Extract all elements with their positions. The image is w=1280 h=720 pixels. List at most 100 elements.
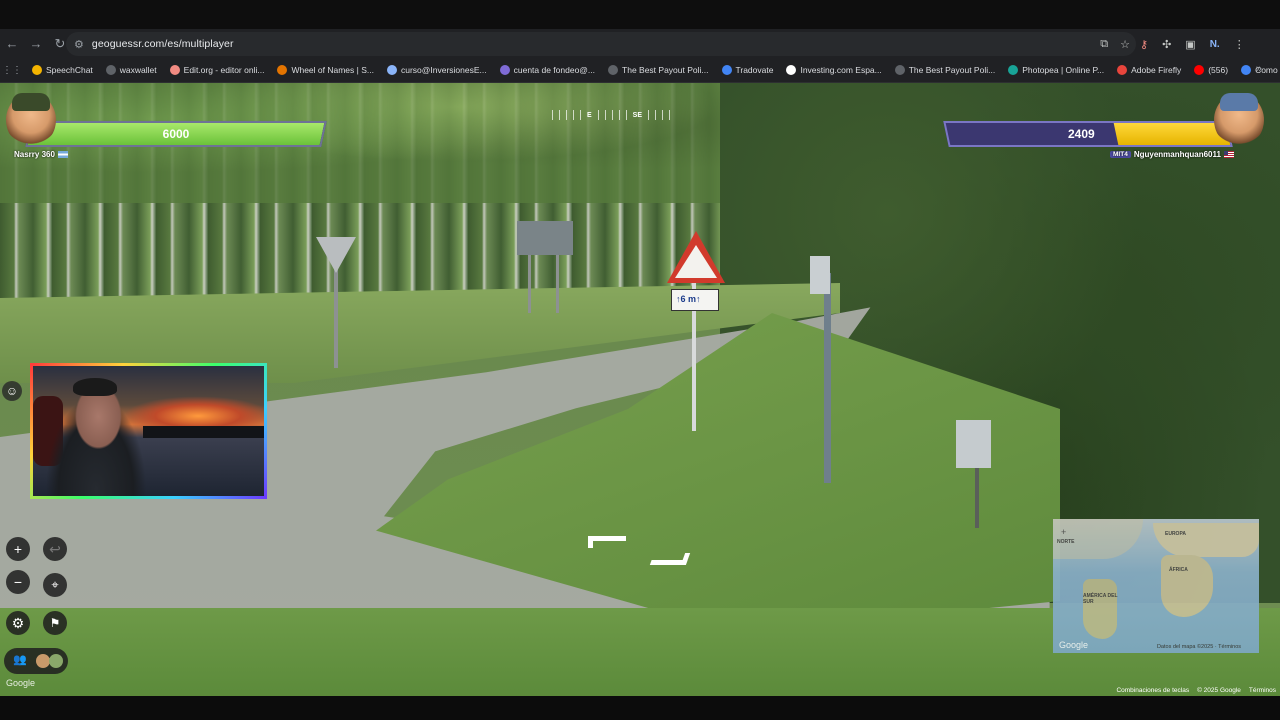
- post-pole: [824, 273, 831, 483]
- bookmark-item[interactable]: Investing.com Espa...: [786, 65, 882, 75]
- terms-link[interactable]: Términos: [1249, 687, 1276, 694]
- mailbox-pole: [975, 463, 979, 528]
- bookmark-item[interactable]: waxwallet: [105, 65, 157, 75]
- webcam-overlay: [30, 363, 267, 499]
- zoom-in-button[interactable]: +: [6, 537, 30, 561]
- bookmark-favicon-icon: [894, 65, 905, 75]
- minimap-label: NORTE: [1057, 539, 1075, 545]
- avatar-hat: [12, 93, 50, 111]
- bookmark-label: Tradovate: [735, 65, 774, 75]
- navigation-arrow-east[interactable]: [649, 553, 691, 565]
- sign-pole: [334, 263, 338, 368]
- health-value-left: 6000: [162, 127, 190, 141]
- bookmark-label: Photopea | Online P...: [1022, 65, 1105, 75]
- forward-icon[interactable]: →: [24, 32, 48, 56]
- google-logo: Google: [6, 678, 36, 688]
- avatar-hat: [1220, 93, 1258, 111]
- tab-search-icon[interactable]: ▣: [1185, 38, 1195, 51]
- minimap-label: AMÉRICA DEL SUR: [1083, 593, 1118, 605]
- bookmark-item[interactable]: curso@InversionesE...: [386, 65, 487, 75]
- top-letterbox: [0, 0, 1280, 29]
- bookmark-favicon-icon: [277, 65, 288, 75]
- settings-gear-icon[interactable]: ⚙: [6, 611, 30, 635]
- bookmark-label: Adobe Firefly: [1131, 65, 1182, 75]
- bookmark-item[interactable]: Edit.org - editor onli...: [169, 65, 264, 75]
- compass-tick: [662, 110, 664, 120]
- map-footer-links: Combinaciones de teclas © 2025 Google Té…: [1116, 687, 1276, 694]
- compass-tick: [618, 110, 620, 120]
- mailbox: [956, 420, 991, 468]
- keyboard-shortcuts-link[interactable]: Combinaciones de teclas: [1116, 687, 1189, 694]
- bookmark-label: The Best Payout Poli...: [622, 65, 709, 75]
- distance-plate: ↑6 m↑: [671, 289, 719, 311]
- bookmark-favicon-icon: [499, 65, 510, 75]
- apps-grid-icon[interactable]: ⋮⋮: [2, 65, 22, 76]
- player-name-left: Nasrry 360: [14, 150, 68, 159]
- player-avatar-right: [1214, 93, 1264, 147]
- site-info-icon[interactable]: ⚙: [74, 38, 84, 51]
- compass-tick: [648, 110, 650, 120]
- compass-tick: [655, 110, 657, 120]
- menu-kebab-icon[interactable]: ⋮: [1234, 38, 1245, 51]
- profile-avatar[interactable]: N.: [1210, 39, 1220, 50]
- players-pill[interactable]: 👥: [4, 648, 68, 674]
- bookmark-item[interactable]: SpeechChat: [32, 65, 93, 75]
- bookmark-item[interactable]: (556): [1194, 65, 1228, 75]
- screen: ← → ↻ ⚙ geoguessr.com/es/multiplayer ⧉ ☆…: [0, 0, 1280, 720]
- bookmark-label: (556): [1208, 65, 1229, 75]
- mini-avatar: [36, 654, 50, 668]
- bookmark-label: cuenta de fondeo@...: [513, 65, 596, 75]
- player-avatar-left: [6, 93, 56, 147]
- bookmarks-bar: ⋮⋮ SpeechChat waxwallet Edit.org - editor …: [0, 58, 1280, 83]
- bookmark-item[interactable]: Adobe Firefly: [1117, 65, 1181, 75]
- navigation-arrow-west[interactable]: [588, 536, 626, 548]
- minimap-expand-icon[interactable]: +: [1061, 527, 1066, 537]
- extension-key-icon[interactable]: ⚷: [1140, 38, 1148, 51]
- url-text: geoguessr.com/es/multiplayer: [91, 38, 234, 50]
- compass-tick: [573, 110, 574, 120]
- europe-landmass: [1153, 523, 1259, 557]
- player-health-bar-right: 2409: [943, 121, 1233, 147]
- tree-silhouette: [143, 426, 264, 438]
- africa-landmass: [1161, 555, 1213, 617]
- minimap-attribution: Datos del mapa ©2025 · Términos: [1156, 644, 1241, 650]
- guess-minimap[interactable]: + NORTE EUROPA ÁFRICA AMÉRICA DEL SUR Go…: [1053, 519, 1259, 653]
- bookmark-star-icon[interactable]: ☆: [1120, 38, 1130, 51]
- undo-move-button[interactable]: ↩: [43, 537, 67, 561]
- compass-tick: [559, 110, 560, 120]
- bookmark-favicon-icon: [608, 65, 619, 75]
- bookmarks-overflow-icon[interactable]: »: [1256, 63, 1262, 75]
- flag-icon[interactable]: ⚑: [43, 611, 67, 635]
- omnibox-actions: ⧉ ☆: [1100, 32, 1130, 56]
- player-name-right: MIT4 Nguyenmanhquan6011: [1110, 150, 1234, 159]
- player-tag: MIT4: [1110, 151, 1131, 158]
- bookmark-label: The Best Payout Poli...: [908, 65, 996, 75]
- bookmark-item[interactable]: cuenta de fondeo@...: [499, 65, 596, 75]
- street-view-panorama[interactable]: ↑6 m↑ E SE 6000 Nasrry 360 2409 MIT4 Ngu…: [0, 83, 1280, 696]
- player-health-bar-left: 6000: [25, 121, 327, 147]
- streamer-hair: [73, 378, 117, 396]
- bookmark-favicon-icon: [786, 65, 797, 75]
- compass-tick: [625, 110, 627, 120]
- bookmark-item[interactable]: Wheel of Names | S...: [277, 65, 374, 75]
- sign-pole: [528, 253, 531, 313]
- bookmark-label: Wheel of Names | S...: [291, 65, 374, 75]
- bookmark-item[interactable]: Tradovate: [721, 65, 774, 75]
- bookmark-favicon-icon: [721, 65, 732, 75]
- emote-icon[interactable]: ☺: [2, 381, 22, 401]
- bookmark-item[interactable]: The Best Payout Poli...: [608, 65, 709, 75]
- extensions-puzzle-icon[interactable]: ✣: [1162, 38, 1171, 51]
- bookmark-label: Investing.com Espa...: [800, 65, 882, 75]
- bookmark-item[interactable]: Photopea | Online P...: [1008, 65, 1104, 75]
- bottom-letterbox: [0, 696, 1280, 720]
- zoom-out-button[interactable]: −: [6, 570, 30, 594]
- argentina-flag-icon: [57, 151, 68, 158]
- bookmark-favicon-icon: [1194, 65, 1205, 75]
- install-app-icon[interactable]: ⧉: [1100, 38, 1108, 51]
- return-to-start-pin-icon[interactable]: ⌖: [43, 573, 67, 597]
- address-bar[interactable]: ⚙ geoguessr.com/es/multiplayer ⧉ ☆: [66, 32, 1136, 56]
- player-name-text-right: Nguyenmanhquan6011: [1133, 150, 1221, 159]
- back-icon[interactable]: ←: [0, 32, 24, 56]
- bookmark-favicon-icon: [1117, 65, 1128, 75]
- bookmark-item[interactable]: The Best Payout Poli...: [894, 65, 996, 75]
